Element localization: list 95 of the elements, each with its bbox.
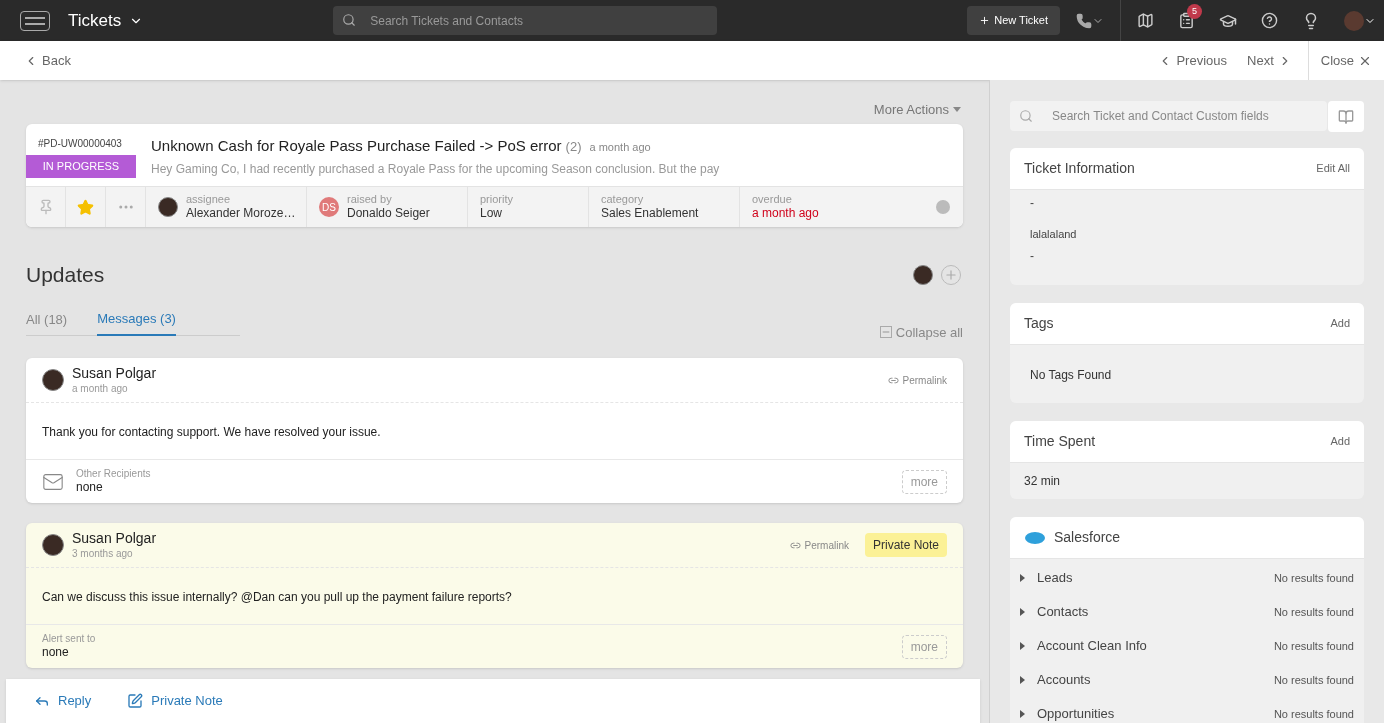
expand-arrow-icon: [1020, 710, 1025, 718]
custom-fields-search[interactable]: Search Ticket and Contact Custom fields: [1010, 101, 1327, 131]
card-title: Ticket Information: [1024, 159, 1135, 178]
card-action[interactable]: Add: [1330, 433, 1350, 450]
private-note-button[interactable]: Private Note: [127, 691, 223, 711]
field-value: -: [1030, 195, 1035, 212]
section-status: No results found: [1273, 672, 1354, 688]
map-icon[interactable]: [1137, 12, 1154, 29]
updates-title: Updates: [26, 262, 105, 288]
card-title: Salesforce: [1054, 528, 1121, 547]
search-icon: [1019, 109, 1033, 123]
card-title: Time Spent: [1024, 432, 1096, 451]
card-action[interactable]: Edit All: [1316, 160, 1350, 177]
message-time: 3 months ago: [72, 547, 134, 560]
card-action[interactable]: Add: [1330, 315, 1350, 332]
book-button[interactable]: [1328, 101, 1364, 132]
message-body: Can we discuss this issue internally? @Dan can you pull up the payment failure reports?: [42, 590, 512, 604]
profile-menu[interactable]: [1344, 10, 1376, 31]
collapse-icon: [879, 326, 892, 339]
footer-value: none: [76, 480, 104, 496]
field-label: raised by: [347, 192, 393, 207]
next-button[interactable]: Next: [1247, 50, 1292, 71]
field-label: priority: [480, 192, 513, 207]
expand-arrow-icon: [1020, 642, 1025, 650]
avatar: [42, 369, 64, 391]
ticket-time: a month ago: [589, 140, 651, 155]
reply-button[interactable]: Reply: [34, 691, 92, 711]
footer-label: Other Recipients: [76, 467, 151, 481]
message-body: Thank you for contacting support. We have resolved your issue.: [42, 425, 381, 439]
footer-label: Alert sent to: [42, 632, 96, 646]
book-icon: [1338, 108, 1354, 125]
ticket-id: #PD-UW00000403: [37, 137, 123, 151]
avatar: [1344, 10, 1364, 31]
salesforce-section[interactable]: Account Clean Info No results found: [1010, 629, 1364, 663]
salesforce-section[interactable]: Leads No results found: [1010, 561, 1364, 595]
new-ticket-button[interactable]: New Ticket: [967, 6, 1060, 35]
permalink[interactable]: Permalink: [887, 372, 947, 388]
field-value: Low: [480, 206, 503, 222]
salesforce-section[interactable]: Accounts No results found: [1010, 663, 1364, 697]
search-icon: [342, 13, 357, 27]
field-value: a month ago: [752, 206, 819, 222]
expand-arrow-icon: [1020, 676, 1025, 684]
previous-button[interactable]: Previous: [1158, 50, 1227, 71]
section-status: No results found: [1273, 604, 1354, 620]
field-value: -: [1030, 247, 1035, 265]
expand-arrow-icon: [1020, 574, 1025, 582]
time-spent-value: 32 min: [1024, 473, 1061, 490]
section-label: Account Clean Info: [1037, 637, 1147, 656]
section-label: Contacts: [1037, 603, 1089, 622]
salesforce-section[interactable]: Opportunities No results found: [1010, 697, 1364, 723]
notification-badge: 5: [1187, 4, 1202, 19]
ticket-preview: Hey Gaming Co, I had recently purchased a Royale Pass for the upcoming Season conclusion. But the pay: [151, 160, 720, 178]
caret-icon: [953, 107, 961, 112]
field-label: lalalaland: [1030, 227, 1078, 242]
permalink[interactable]: Permalink: [789, 537, 849, 553]
section-status: No results found: [1273, 570, 1354, 586]
avatar: [42, 534, 64, 556]
menu-icon[interactable]: [20, 10, 50, 31]
section-label: Leads: [1037, 569, 1073, 588]
section-label: Opportunities: [1037, 705, 1115, 723]
search-field[interactable]: Search Tickets and Contacts: [333, 6, 718, 35]
private-note-badge: Private Note: [864, 533, 947, 557]
field-value: Alexander Moroze…: [186, 206, 294, 222]
expand-arrow-icon: [1020, 608, 1025, 616]
close-button[interactable]: Close: [1320, 50, 1372, 71]
field-label: assignee: [186, 192, 232, 207]
initials-avatar: DS: [319, 197, 339, 217]
card-title: Tags: [1024, 314, 1054, 333]
conversation-count: (2): [565, 138, 582, 156]
field-label: category: [601, 192, 645, 207]
back-button[interactable]: Back: [24, 50, 71, 71]
author-name: Susan Polgar: [72, 365, 157, 383]
field-label: overdue: [752, 192, 793, 207]
phone-icon[interactable]: [1076, 12, 1104, 29]
empty-tags-text: No Tags Found: [1030, 368, 1112, 382]
help-icon[interactable]: [1261, 12, 1278, 29]
updates-tab[interactable]: Messages (3): [97, 308, 176, 336]
section-status: No results found: [1273, 638, 1354, 654]
status-badge: IN PROGRESS: [26, 155, 136, 178]
cloud-icon: [1024, 530, 1046, 545]
plus-icon: [979, 15, 991, 26]
pencil-icon: [127, 693, 144, 709]
footer-value: none: [42, 645, 70, 661]
message-time: a month ago: [72, 382, 129, 395]
avatar: [913, 264, 933, 285]
module-switcher[interactable]: Tickets: [68, 7, 144, 34]
more-actions-dropdown[interactable]: More Actions: [873, 95, 961, 124]
field-value: Donaldo Seiger: [347, 206, 430, 222]
avatar: [158, 197, 178, 217]
section-label: Accounts: [1037, 671, 1091, 690]
field-value: Sales Enablement: [601, 206, 699, 222]
ticket-subject[interactable]: Unknown Cash for Royale Pass Purchase Failed -> PoS error: [151, 135, 562, 158]
salesforce-section[interactable]: Contacts No results found: [1010, 595, 1364, 629]
section-status: No results found: [1273, 706, 1354, 722]
author-name: Susan Polgar: [72, 530, 157, 548]
